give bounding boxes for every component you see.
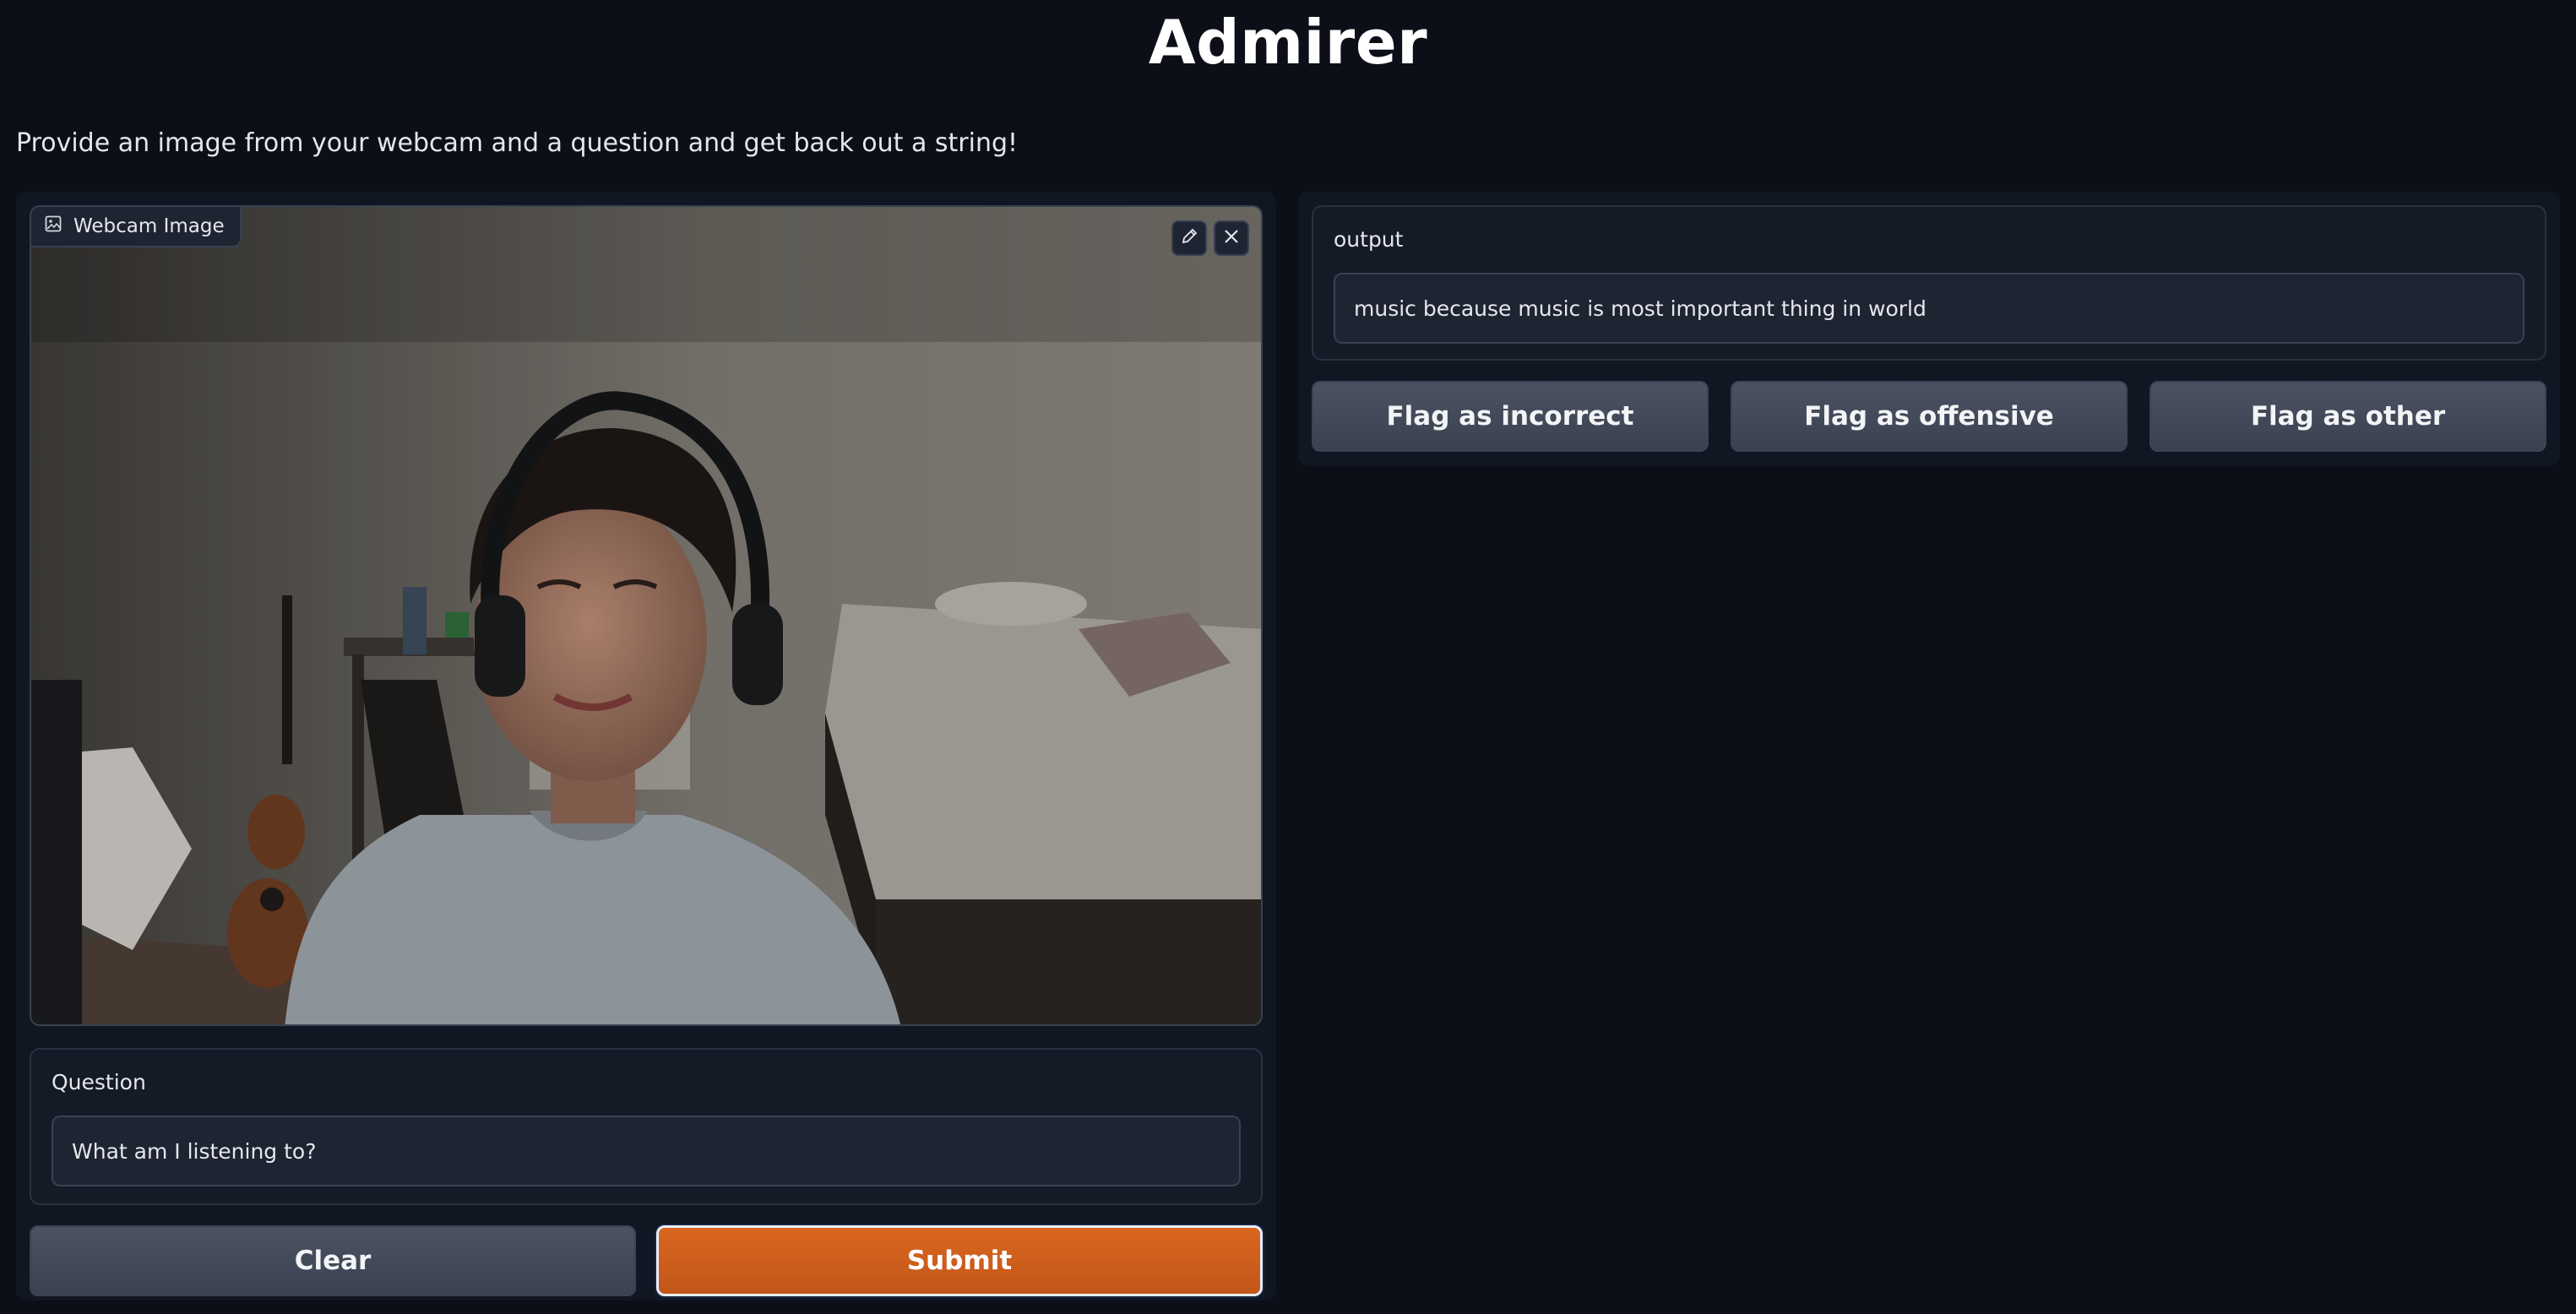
image-icon — [45, 215, 62, 237]
webcam-image-label-text: Webcam Image — [73, 215, 225, 237]
app-title: Admirer — [1148, 7, 1428, 78]
output-block: output music because music is most impor… — [1312, 205, 2546, 361]
output-column: output music because music is most impor… — [1298, 192, 2560, 466]
webcam-image-label: Webcam Image — [31, 207, 242, 247]
question-input[interactable]: What am I listening to? — [52, 1116, 1241, 1186]
flag-other-button[interactable]: Flag as other — [2149, 381, 2546, 452]
clear-button[interactable]: Clear — [30, 1225, 636, 1296]
pencil-icon — [1180, 227, 1198, 249]
flag-offensive-button[interactable]: Flag as offensive — [1731, 381, 2128, 452]
close-icon — [1222, 227, 1241, 249]
flag-incorrect-button[interactable]: Flag as incorrect — [1312, 381, 1709, 452]
webcam-photo — [31, 207, 1261, 1024]
output-label: output — [1334, 227, 1404, 252]
app-description: Provide an image from your webcam and a … — [16, 128, 1019, 158]
webcam-image-panel[interactable]: Webcam Image — [30, 205, 1263, 1026]
output-textbox[interactable]: music because music is most important th… — [1334, 273, 2524, 344]
question-label: Question — [52, 1070, 146, 1094]
submit-button[interactable]: Submit — [656, 1225, 1263, 1296]
edit-image-button[interactable] — [1171, 220, 1207, 256]
question-block: Question What am I listening to? — [30, 1048, 1263, 1205]
clear-image-button[interactable] — [1214, 220, 1249, 256]
input-column: Webcam Image Question What am I listenin… — [16, 192, 1276, 1300]
image-toolbar — [1171, 220, 1249, 256]
